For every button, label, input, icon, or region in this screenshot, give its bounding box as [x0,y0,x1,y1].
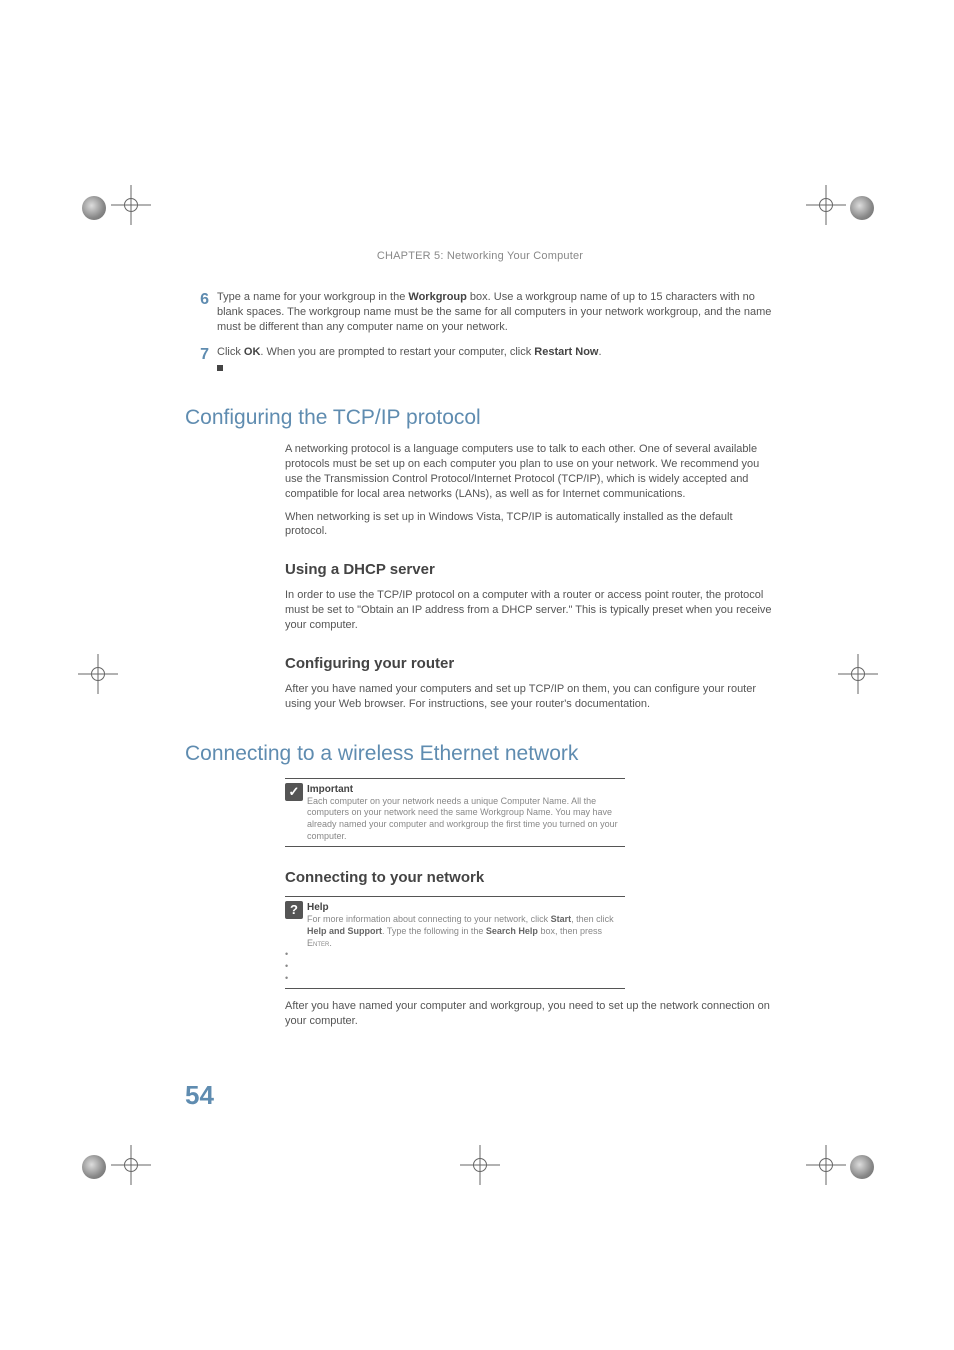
important-callout: ✓ Important Each computer on your networ… [285,778,625,848]
heading-dhcp: Using a DHCP server [285,561,775,578]
text: . Type the following in the [382,926,486,936]
check-icon: ✓ [285,783,303,801]
help-callout: ? Help For more information about connec… [285,896,625,989]
callout-title: Help [307,902,329,913]
bold: Start [551,914,572,924]
heading-configuring-tcpip: Configuring the TCP/IP protocol [185,406,775,430]
step-6: 6 Type a name for your workgroup in the … [185,290,775,335]
paragraph: In order to use the TCP/IP protocol on a… [285,588,775,633]
heading-connecting-network: Connecting to your network [285,869,775,886]
step-number: 7 [185,345,217,364]
crop-cross-mr [838,654,878,694]
paragraph: When networking is set up in Windows Vis… [285,510,775,540]
end-of-steps-icon [217,365,223,371]
crop-cross-tr [806,185,846,225]
text: . [598,346,601,358]
step-text: Click OK. When you are prompted to resta… [217,345,775,377]
callout-title: Important [307,784,353,795]
text: Click [217,346,244,358]
crop-disc-tr [850,196,874,220]
question-icon: ? [285,901,303,919]
step-text: Type a name for your workgroup in the Wo… [217,290,775,335]
crop-cross-ml [78,654,118,694]
text: . When you are prompted to restart your … [260,346,534,358]
crop-disc-bl [82,1155,106,1179]
crop-disc-tl [82,196,106,220]
chapter-header: CHAPTER 5: Networking Your Computer [185,250,775,262]
heading-router: Configuring your router [285,655,775,672]
heading-connecting-wireless: Connecting to a wireless Ethernet networ… [185,742,775,766]
crop-cross-tl [111,185,151,225]
bold: Workgroup [408,291,466,303]
bold: OK [244,346,261,358]
crop-cross-bl [111,1145,151,1185]
text: For more information about connecting to… [307,914,551,924]
paragraph: A networking protocol is a language comp… [285,442,775,501]
crop-cross-bc [460,1145,500,1185]
bold: Help and Support [307,926,382,936]
text: Type a name for your workgroup in the [217,291,408,303]
crop-disc-br [850,1155,874,1179]
text: . [329,938,332,948]
step-number: 6 [185,290,217,309]
paragraph: After you have named your computer and w… [285,999,775,1029]
bold: Restart Now [534,346,598,358]
crop-cross-br [806,1145,846,1185]
callout-text: Each computer on your network needs a un… [307,796,618,841]
text: , then click [571,914,614,924]
text: box, then press [538,926,602,936]
smallcaps: Enter [307,938,329,948]
bold: Search Help [486,926,538,936]
step-7: 7 Click OK. When you are prompted to res… [185,345,775,377]
page-number: 54 [185,1080,214,1111]
paragraph: After you have named your computers and … [285,682,775,712]
